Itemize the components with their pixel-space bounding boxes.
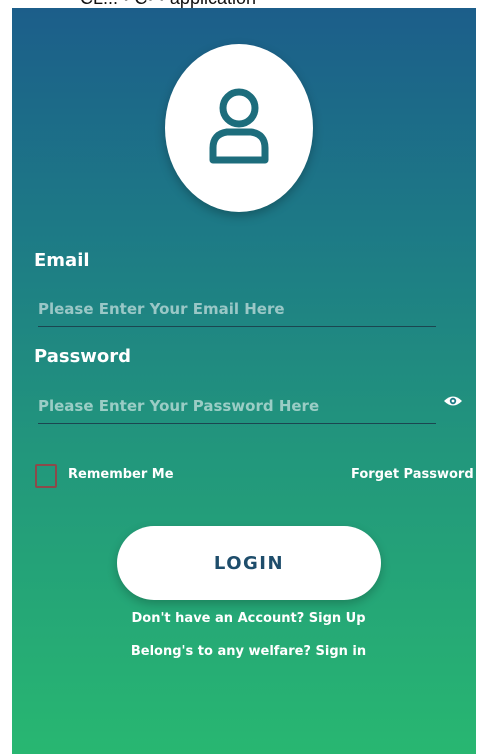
email-field[interactable] bbox=[38, 292, 436, 327]
remember-me-checkbox[interactable] bbox=[35, 464, 57, 488]
right-border bbox=[476, 8, 483, 754]
user-icon bbox=[209, 88, 269, 164]
login-screen: Email Password Remember Me Forget Passwo… bbox=[12, 8, 483, 754]
login-button[interactable]: LOGIN bbox=[117, 526, 381, 600]
window-title-strip: CL... • C• • application bbox=[0, 0, 483, 8]
signup-link[interactable]: Don't have an Account? Sign Up bbox=[12, 611, 483, 626]
password-label: Password bbox=[34, 346, 132, 367]
forgot-password-link[interactable]: Forget Password ? bbox=[351, 467, 483, 482]
welfare-signin-link[interactable]: Belong's to any welfare? Sign in bbox=[12, 644, 483, 659]
password-field[interactable] bbox=[38, 389, 436, 424]
avatar bbox=[165, 44, 313, 212]
eye-icon[interactable] bbox=[443, 394, 463, 408]
login-page: CL... • C• • application Email Password … bbox=[0, 0, 483, 754]
email-label: Email bbox=[34, 250, 90, 271]
remember-me-label: Remember Me bbox=[68, 467, 174, 482]
